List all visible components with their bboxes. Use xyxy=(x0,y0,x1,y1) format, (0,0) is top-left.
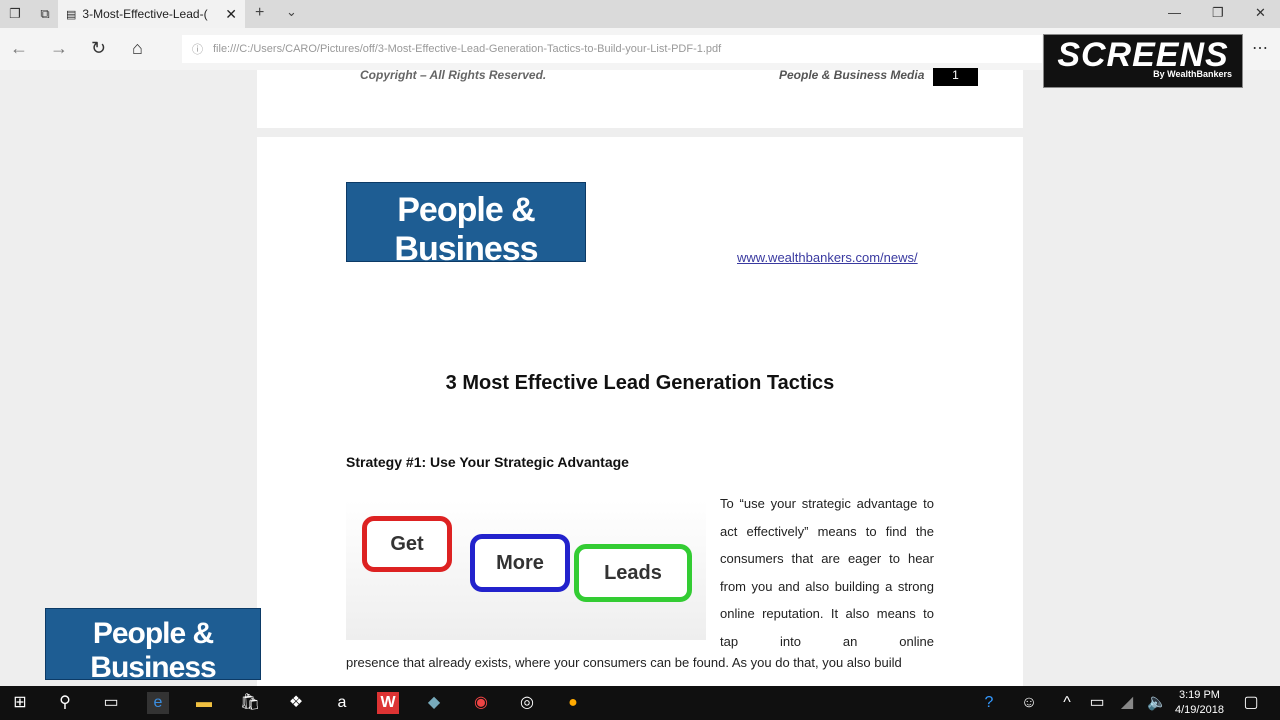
strategy-heading: Strategy #1: Use Your Strategic Advantag… xyxy=(346,454,629,470)
bubble-leads: Leads xyxy=(574,544,692,602)
chevron-up-icon[interactable]: ^ xyxy=(1056,692,1078,714)
screens-watermark: SCREENS By WealthBankers xyxy=(1043,34,1243,88)
paragraph-continued: presence that already exists, where your… xyxy=(346,655,902,670)
tab-manager-icon[interactable]: ❐ xyxy=(0,6,30,22)
logo-tagline: Giving Exposure to People & Businesses T… xyxy=(357,269,575,279)
get-more-leads-image: Get More Leads xyxy=(346,500,706,640)
back-icon[interactable]: ← xyxy=(10,38,28,59)
pdf-page-2: People & Business Giving Exposure to Peo… xyxy=(257,137,1023,697)
amazon-icon[interactable]: a xyxy=(331,692,353,714)
strategy-paragraph: To “use your strategic advantage to act … xyxy=(720,496,934,649)
address-input[interactable]: ⓘ file:///C:/Users/CARO/Pictures/off/3-M… xyxy=(182,35,1042,63)
set-aside-tabs-icon[interactable]: ⧉ xyxy=(30,6,60,22)
tab-active[interactable]: ▤ 3-Most-Effective-Lead-( ✕ xyxy=(58,0,245,28)
copyright: Copyright – All Rights Reserved. xyxy=(360,68,547,82)
document-title: 3 Most Effective Lead Generation Tactics xyxy=(445,372,835,394)
close-window-icon[interactable]: ✕ xyxy=(1255,5,1266,21)
wifi-icon[interactable]: ◢ xyxy=(1116,692,1138,714)
url-text: file:///C:/Users/CARO/Pictures/off/3-Mos… xyxy=(213,43,722,55)
edge-icon[interactable]: e xyxy=(147,692,169,714)
forward-icon[interactable]: → xyxy=(50,38,68,59)
chrome-icon[interactable]: ◉ xyxy=(470,692,492,714)
file-explorer-icon[interactable]: ▬ xyxy=(193,692,215,714)
minimize-icon[interactable]: — xyxy=(1168,5,1181,20)
corner-logo: People & Business Giving Exposure to Peo… xyxy=(45,608,261,705)
task-view-icon[interactable]: ▭ xyxy=(100,692,122,714)
tab-title: 3-Most-Effective-Lead-( xyxy=(82,7,208,21)
bubble-more: More xyxy=(470,534,570,592)
home-icon[interactable]: ⌂ xyxy=(132,38,143,59)
new-tab-icon[interactable]: + xyxy=(255,4,264,22)
app-icon[interactable]: ◆ xyxy=(423,692,445,714)
refresh-icon[interactable]: ↻ xyxy=(91,38,106,59)
bubble-get: Get xyxy=(362,516,452,572)
time: 3:19 PM xyxy=(1178,689,1220,701)
date: 4/19/2018 xyxy=(1175,704,1224,716)
people-icon[interactable]: ☺ xyxy=(1018,692,1040,714)
corner-logo-title: People & Business xyxy=(90,617,216,684)
obs-icon[interactable]: ◎ xyxy=(516,692,538,714)
dropbox-icon[interactable]: ❖ xyxy=(285,692,307,714)
battery-icon[interactable]: ▭ xyxy=(1086,692,1108,714)
logo-title: People & Business xyxy=(394,191,538,268)
more-icon[interactable]: ⋯ xyxy=(1252,38,1268,58)
chevron-down-icon[interactable]: ⌄ xyxy=(286,4,297,20)
page-number: 1 xyxy=(933,68,978,86)
website-link[interactable]: www.wealthbankers.com/news/ xyxy=(737,250,918,265)
store-icon[interactable]: 🛍 xyxy=(239,692,261,714)
help-icon[interactable]: ? xyxy=(978,692,1000,714)
clock[interactable]: 3:19 PM 4/19/2018 xyxy=(1175,688,1224,718)
search-icon[interactable]: ⚲ xyxy=(54,692,76,714)
close-tab-icon[interactable]: ✕ xyxy=(225,6,237,23)
restore-icon[interactable]: ❐ xyxy=(1212,5,1224,21)
volume-icon[interactable]: 🔈 xyxy=(1146,692,1168,714)
action-center-icon[interactable]: ▢ xyxy=(1240,692,1262,714)
people-business-logo: People & Business Giving Exposure to Peo… xyxy=(346,182,586,279)
info-icon: ⓘ xyxy=(192,44,203,56)
app-icon-2[interactable]: ● xyxy=(562,692,584,714)
pdf-icon: ▤ xyxy=(66,8,77,21)
windows-start-icon[interactable]: ⊞ xyxy=(9,692,31,714)
publisher: People & Business Media xyxy=(779,68,925,82)
pdf-page-1: Copyright – All Rights Reserved. People … xyxy=(257,68,1023,128)
wps-icon[interactable]: W xyxy=(377,692,399,714)
